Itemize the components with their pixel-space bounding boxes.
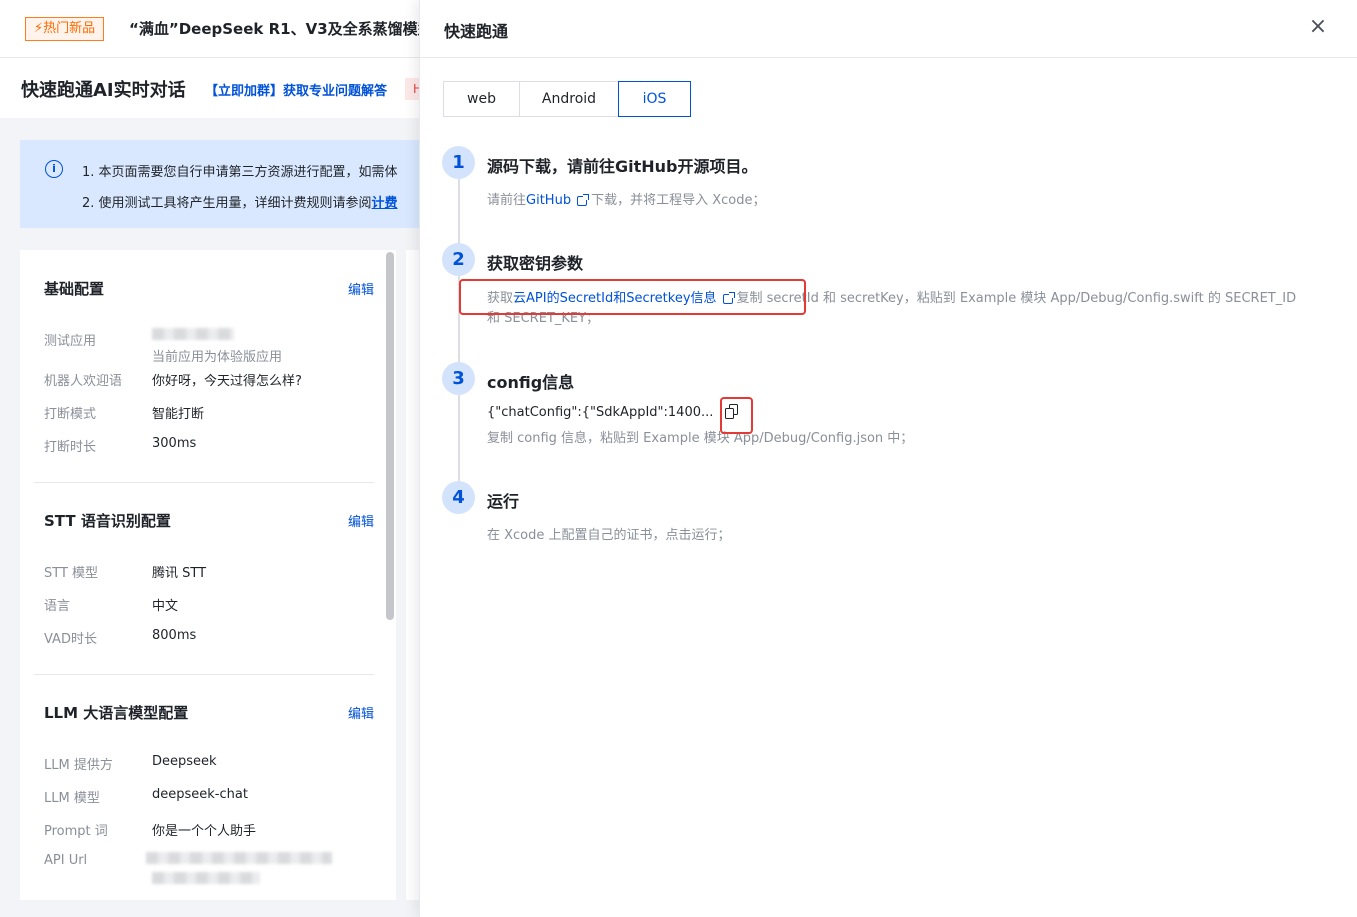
welcome-label: 机器人欢迎语 xyxy=(44,374,123,389)
llm-config-section: LLM 大语言模型配置 编辑 LLM 提供方 Deepseek LLM 模型 d… xyxy=(34,674,374,900)
test-app-value-redacted xyxy=(152,328,234,340)
basic-config-edit-button[interactable]: 编辑 xyxy=(348,279,374,298)
interrupt-mode-label: 打断模式 xyxy=(44,407,97,422)
stt-config-section: STT 语音识别配置 编辑 STT 模型 腾讯 STT 语言 中文 VAD时长 … xyxy=(34,482,374,672)
vad-value: 800ms xyxy=(152,628,197,643)
stt-model-label: STT 模型 xyxy=(44,566,99,581)
llm-model-value: deepseek-chat xyxy=(152,787,248,802)
background-panel-edge xyxy=(406,250,420,900)
external-link-icon[interactable] xyxy=(577,193,590,206)
api-url-label: API Url xyxy=(44,853,88,868)
step-4-desc: 在 Xcode 上配置自己的证书，点击运行； xyxy=(487,528,731,543)
test-app-sub: 当前应用为体验版应用 xyxy=(152,350,283,365)
interrupt-duration-value: 300ms xyxy=(152,436,197,451)
config-card-scrollbar[interactable] xyxy=(386,252,394,620)
api-url-value-redacted xyxy=(152,872,260,884)
info-line-2: 2. 使用测试工具将产生用量，详细计费规则请参阅计费 xyxy=(82,192,398,211)
step-1-desc-prefix: 请前往 xyxy=(487,193,527,208)
secret-info-link[interactable]: 云API的SecretId和Secretkey信息 xyxy=(513,291,717,306)
vad-label: VAD时长 xyxy=(44,632,97,647)
step-1-title: 源码下载，请前往GitHub开源项目。 xyxy=(487,157,758,176)
external-link-icon[interactable] xyxy=(722,291,735,304)
prompt-label: Prompt 词 xyxy=(44,824,108,839)
drawer-header: 快速跑通 × xyxy=(420,0,1357,58)
step-2-number: 2 xyxy=(442,243,475,276)
billing-link[interactable]: 计费 xyxy=(372,196,398,211)
step-1-desc: 请前往GitHub 下载，并将工程导入 Xcode； xyxy=(487,189,765,208)
hot-new-tag: ⚡热门新品 xyxy=(25,17,105,41)
steps-timeline xyxy=(458,178,460,498)
step-2-title: 获取密钥参数 xyxy=(487,254,584,273)
step-1-desc-suffix: 下载，并将工程导入 Xcode； xyxy=(591,193,766,208)
info-icon: i xyxy=(45,160,63,178)
join-group-link[interactable]: 【立即加群】获取专业问题解答 xyxy=(205,80,387,99)
close-icon[interactable]: × xyxy=(1306,16,1330,40)
info-line-1: 1. 本页面需要您自行申请第三方资源进行配置，如需体 xyxy=(82,165,398,180)
tab-android[interactable]: Android xyxy=(519,81,619,117)
stt-config-title: STT 语音识别配置 xyxy=(44,512,171,530)
basic-config-title: 基础配置 xyxy=(44,280,105,298)
quick-start-drawer: 快速跑通 × web Android iOS 1 源码下载，请前往GitHub开… xyxy=(419,0,1357,917)
stt-config-edit-button[interactable]: 编辑 xyxy=(348,511,374,530)
page-title: 快速跑通AI实时对话 xyxy=(21,80,186,101)
llm-provider-label: LLM 提供方 xyxy=(44,758,113,773)
step-2-desc: 获取云API的SecretId和Secretkey信息 复制 secretId 和… xyxy=(487,287,1296,306)
info-line-2-text: 2. 使用测试工具将产生用量，详细计费规则请参阅 xyxy=(82,196,372,211)
interrupt-mode-value: 智能打断 xyxy=(152,407,205,422)
llm-config-edit-button[interactable]: 编辑 xyxy=(348,703,374,722)
language-label: 语言 xyxy=(44,599,71,614)
step-4-number: 4 xyxy=(442,481,475,514)
config-json-preview: {"chatConfig":{"SdkAppId":1400... xyxy=(487,405,714,420)
welcome-value: 你好呀，今天过得怎么样? xyxy=(152,374,302,389)
step-2-desc-line2: 和 SECRET_KEY； xyxy=(487,311,600,326)
github-link[interactable]: GitHub xyxy=(526,193,571,208)
tab-web[interactable]: web xyxy=(443,81,520,117)
config-card: 基础配置 编辑 测试应用 当前应用为体验版应用 机器人欢迎语 你好呀，今天过得怎… xyxy=(20,250,396,900)
llm-config-title: LLM 大语言模型配置 xyxy=(44,704,189,722)
step-2-desc-prefix: 获取 xyxy=(487,291,514,306)
language-value: 中文 xyxy=(152,599,179,614)
llm-model-label: LLM 模型 xyxy=(44,791,100,806)
prompt-value: 你是一个个人助手 xyxy=(152,824,257,839)
step-1-number: 1 xyxy=(442,146,475,179)
test-app-label: 测试应用 xyxy=(44,334,97,349)
step-3-title: config信息 xyxy=(487,373,575,392)
platform-tabs: web Android iOS xyxy=(443,81,691,117)
basic-config-section: 基础配置 编辑 测试应用 当前应用为体验版应用 机器人欢迎语 你好呀，今天过得怎… xyxy=(34,250,374,480)
step-2-desc-suffix: 复制 secretId 和 secretKey，粘贴到 Example 模块 A… xyxy=(736,291,1297,306)
drawer-title: 快速跑通 xyxy=(444,22,509,41)
info-banner: i 1. 本页面需要您自行申请第三方资源进行配置，如需体 2. 使用测试工具将产… xyxy=(20,140,440,228)
interrupt-duration-label: 打断时长 xyxy=(44,440,97,455)
step-3-desc: 复制 config 信息，粘贴到 Example 模块 App/Debug/Co… xyxy=(487,431,914,446)
step-3-number: 3 xyxy=(442,362,475,395)
copy-icon[interactable] xyxy=(725,404,739,420)
api-url-value-redacted xyxy=(146,852,332,864)
llm-provider-value: Deepseek xyxy=(152,754,217,769)
stt-model-value: 腾讯 STT xyxy=(152,566,207,581)
tab-ios[interactable]: iOS xyxy=(618,81,691,117)
step-4-title: 运行 xyxy=(487,492,520,511)
announcement-text[interactable]: “满血”DeepSeek R1、V3及全系蒸馏模型任 xyxy=(129,18,448,39)
